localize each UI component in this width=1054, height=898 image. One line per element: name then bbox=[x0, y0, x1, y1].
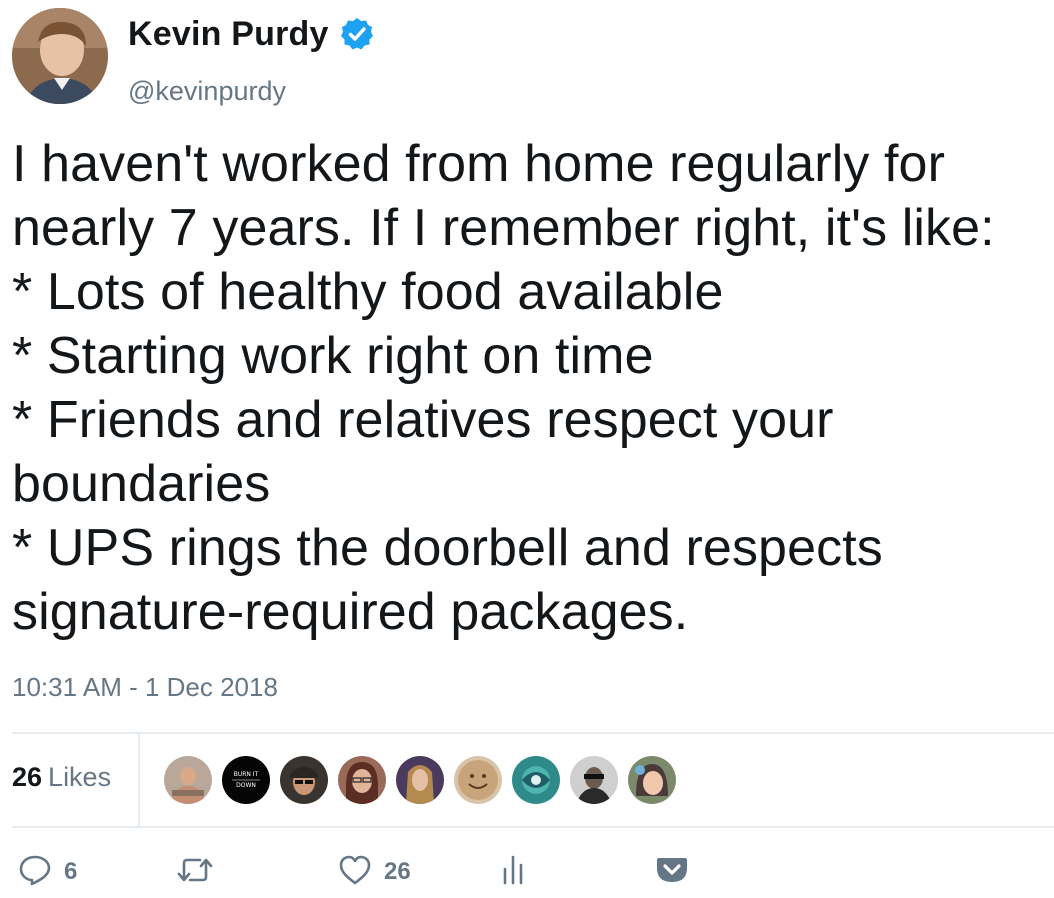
liker-avatar-2[interactable]: BURN IT DOWN bbox=[222, 756, 270, 804]
liker-avatar-3[interactable] bbox=[280, 756, 328, 804]
author-handle[interactable]: @kevinpurdy bbox=[128, 76, 375, 107]
retweet-icon bbox=[176, 853, 214, 892]
analytics-button[interactable] bbox=[500, 846, 528, 898]
pocket-button[interactable] bbox=[656, 846, 688, 898]
retweet-button[interactable] bbox=[176, 846, 226, 898]
liker-avatar-6[interactable] bbox=[454, 756, 502, 804]
analytics-icon bbox=[500, 853, 528, 892]
divider-bottom bbox=[12, 826, 1054, 828]
tweet-text: I haven't worked from home regularly for… bbox=[12, 135, 995, 641]
tweet-timestamp[interactable]: 10:31 AM - 1 Dec 2018 bbox=[12, 672, 278, 703]
liker-avatar-7[interactable] bbox=[512, 756, 560, 804]
liker-avatar-1[interactable] bbox=[164, 756, 212, 804]
liker-avatar-5[interactable] bbox=[396, 756, 444, 804]
likes-vertical-divider bbox=[138, 734, 140, 826]
liker-avatar-2-text-1: BURN IT bbox=[234, 771, 259, 778]
likes-count: 26 bbox=[12, 762, 43, 792]
liker-avatar-8[interactable] bbox=[570, 756, 618, 804]
author-avatar[interactable] bbox=[12, 8, 108, 104]
liker-avatar-4[interactable] bbox=[338, 756, 386, 804]
likes-label: Likes bbox=[48, 762, 112, 792]
pocket-icon bbox=[656, 854, 688, 891]
author-name[interactable]: Kevin Purdy bbox=[128, 15, 329, 54]
tweet-actions: 6 26 bbox=[0, 846, 1054, 898]
heart-icon bbox=[338, 853, 372, 892]
reply-button[interactable]: 6 bbox=[18, 846, 77, 898]
like-count: 26 bbox=[384, 858, 411, 885]
verified-badge-icon bbox=[339, 16, 375, 52]
liker-avatar-9[interactable] bbox=[628, 756, 676, 804]
like-button[interactable]: 26 bbox=[338, 846, 411, 898]
likes-summary[interactable]: 26 Likes bbox=[12, 762, 111, 793]
liker-avatars: BURN IT DOWN bbox=[164, 756, 686, 804]
divider-top bbox=[12, 732, 1054, 734]
reply-count: 6 bbox=[64, 858, 78, 885]
reply-icon bbox=[18, 853, 52, 892]
liker-avatar-2-text-2: DOWN bbox=[236, 782, 256, 789]
tweet-header: Kevin Purdy @kevinpurdy bbox=[12, 8, 1042, 108]
